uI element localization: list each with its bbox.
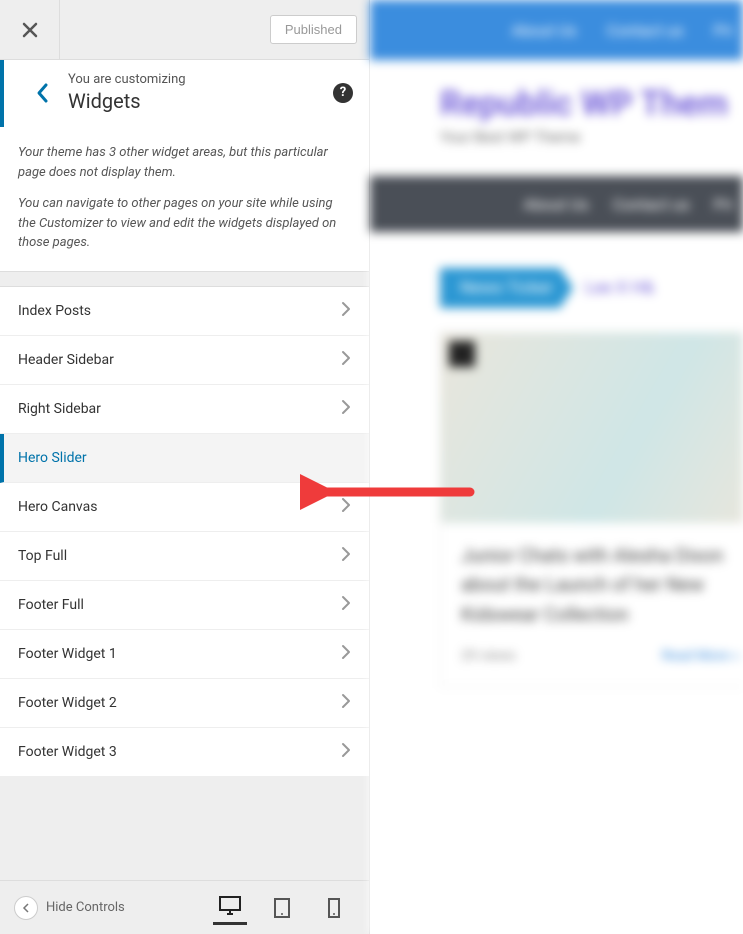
close-customizer-button[interactable] <box>0 0 60 60</box>
preview-site-tagline: Your Best WP Theme <box>370 128 743 146</box>
widget-area-label: Footer Widget 3 <box>18 744 117 760</box>
chevron-right-icon <box>341 546 351 566</box>
close-icon <box>20 20 40 40</box>
tablet-icon <box>274 898 290 918</box>
widget-area-label: Top Full <box>18 548 67 564</box>
preview-post-image <box>441 333 743 523</box>
desktop-icon <box>219 896 241 916</box>
news-ticker-label: News Ticker <box>440 268 573 308</box>
widget-area-item[interactable]: Footer Full <box>0 581 369 630</box>
panel-description: Your theme has 3 other widget areas, but… <box>0 127 369 272</box>
publish-status-button[interactable]: Published <box>270 15 357 44</box>
panel-description-line: You can navigate to other pages on your … <box>18 194 351 253</box>
widget-area-label: Footer Widget 1 <box>18 646 117 662</box>
chevron-right-icon <box>341 644 351 664</box>
device-mobile-button[interactable] <box>317 891 351 925</box>
preview-post-card[interactable]: Junior Chats with Alesha Dixon about the… <box>440 332 743 687</box>
widget-area-label: Header Sidebar <box>18 352 114 368</box>
widget-area-item[interactable]: Right Sidebar <box>0 385 369 434</box>
chevron-right-icon <box>341 497 351 517</box>
customizer-footer: Hide Controls <box>0 880 369 934</box>
collapse-icon <box>14 896 38 920</box>
panel-description-line: Your theme has 3 other widget areas, but… <box>18 143 351 182</box>
widget-area-label: Hero Canvas <box>18 499 97 515</box>
chevron-right-icon <box>341 595 351 615</box>
widget-area-label: Hero Slider <box>18 450 87 466</box>
widget-area-label: Index Posts <box>18 303 91 319</box>
device-desktop-button[interactable] <box>213 891 247 925</box>
preview-nav-link[interactable]: About Us <box>511 21 576 40</box>
chevron-right-icon <box>341 350 351 370</box>
preview-menu-link[interactable]: About Us <box>523 195 588 214</box>
widget-area-label: Footer Widget 2 <box>18 695 117 711</box>
widget-area-label: Right Sidebar <box>18 401 101 417</box>
preview-menu-link[interactable]: Contact us <box>613 195 690 214</box>
widget-area-item[interactable]: Index Posts <box>0 287 369 336</box>
chevron-right-icon <box>341 301 351 321</box>
widget-area-item[interactable]: Footer Widget 3 <box>0 728 369 777</box>
panel-title: Widgets <box>68 89 333 113</box>
panel-heading: You are customizing Widgets ? <box>0 60 369 127</box>
hide-controls-label: Hide Controls <box>46 900 125 915</box>
help-button[interactable]: ? <box>333 83 353 103</box>
customizer-sidebar: Published You are customizing Widgets ? … <box>0 0 370 934</box>
preview-nav-link[interactable]: Contact us <box>607 21 684 40</box>
preview-post-views: 29 views <box>461 648 516 664</box>
preview-post-title[interactable]: Junior Chats with Alesha Dixon about the… <box>441 523 743 633</box>
back-button[interactable] <box>22 73 62 113</box>
chevron-left-icon <box>35 82 49 104</box>
preview-read-more-link[interactable]: Read More » <box>662 647 739 665</box>
widget-area-item[interactable]: Footer Widget 2 <box>0 679 369 728</box>
panel-subtitle: You are customizing <box>68 72 333 87</box>
site-preview: About Us Contact us Pri Republic WP Them… <box>370 0 743 934</box>
widget-area-list: Index Posts Header Sidebar Right Sidebar He… <box>0 286 369 777</box>
chevron-right-icon <box>341 693 351 713</box>
widget-area-item[interactable]: Footer Widget 1 <box>0 630 369 679</box>
widget-area-item[interactable]: Header Sidebar <box>0 336 369 385</box>
customizer-topbar: Published <box>0 0 369 60</box>
preview-menu-link[interactable]: Pri <box>714 195 733 214</box>
widget-area-label: Footer Full <box>18 597 84 613</box>
chevron-right-icon <box>341 399 351 419</box>
widget-area-item[interactable]: Hero Canvas <box>0 483 369 532</box>
chevron-right-icon <box>341 742 351 762</box>
device-tablet-button[interactable] <box>265 891 299 925</box>
post-format-icon <box>449 341 475 367</box>
preview-nav-link[interactable]: Pri <box>714 21 733 40</box>
widget-area-item[interactable]: Top Full <box>0 532 369 581</box>
mobile-icon <box>328 898 340 918</box>
hide-controls-button[interactable]: Hide Controls <box>14 896 203 920</box>
preview-site-title: Republic WP Them <box>370 60 743 128</box>
news-ticker-item[interactable]: Lee X H& <box>585 278 654 298</box>
widget-area-item[interactable]: Hero Slider <box>0 434 369 483</box>
